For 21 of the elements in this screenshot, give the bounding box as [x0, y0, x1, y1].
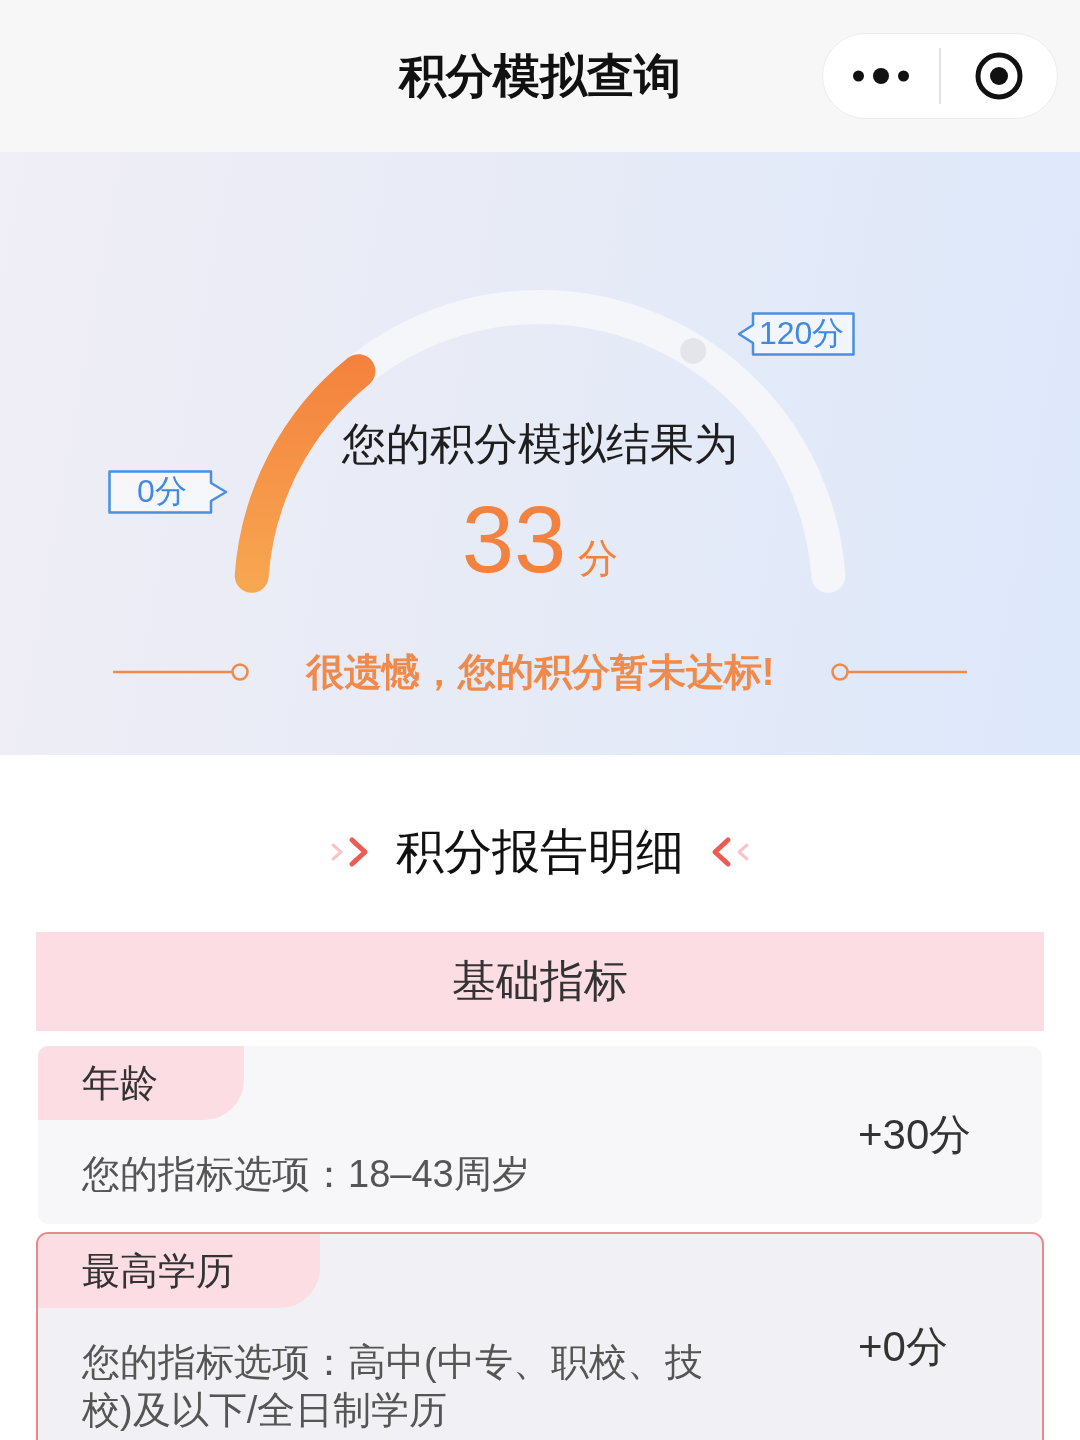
report-title: 积分报告明细	[396, 823, 684, 880]
indicator-tag: 年龄	[38, 1046, 244, 1120]
nav-title: 积分模拟查询	[399, 48, 681, 104]
points-text: +30分	[858, 1110, 972, 1160]
result-caption: 您的积分模拟结果为	[342, 418, 738, 470]
max-score-tag: 120分	[737, 312, 855, 356]
points-text: +0分	[858, 1322, 948, 1372]
min-score-tag: 0分	[108, 470, 228, 514]
dot-line-icon	[831, 662, 968, 682]
ring-dot-icon	[974, 52, 1023, 100]
score-value: 33	[461, 493, 567, 587]
double-chevron-left-icon	[710, 834, 750, 869]
indicator-tag: 最高学历	[38, 1234, 320, 1308]
option-text: 您的指标选项：高中(中专、职校、技校)及以下/全日制学历	[82, 1340, 704, 1433]
option-text: 您的指标选项：18–43周岁	[82, 1152, 530, 1197]
score-unit: 分	[578, 538, 619, 578]
verdict-text: 很遗憾，您的积分暂未达标!	[305, 650, 775, 695]
double-chevron-right-icon	[330, 834, 370, 869]
dot-line-icon	[112, 662, 249, 682]
more-icon	[853, 68, 910, 84]
category-header: 基础指标	[36, 932, 1044, 1031]
